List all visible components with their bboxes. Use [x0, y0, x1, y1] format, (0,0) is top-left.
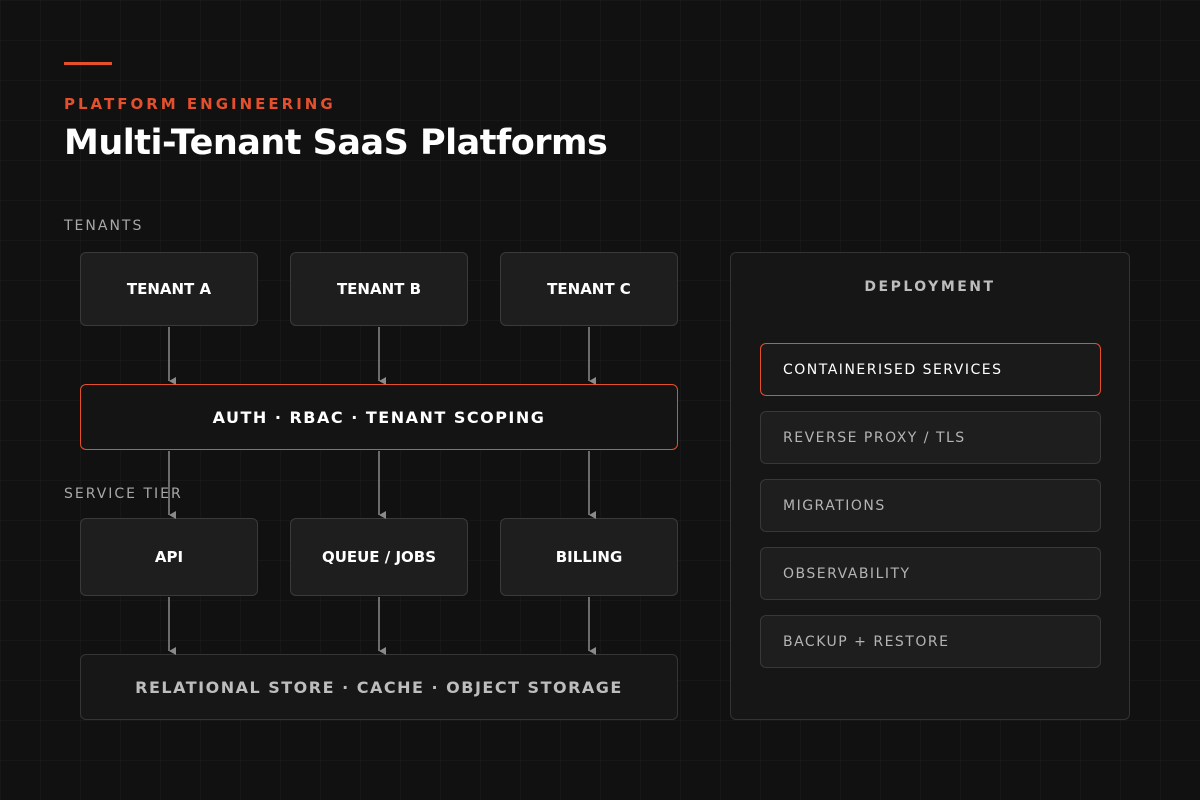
deploy-item-migrations: MIGRATIONS [760, 479, 1101, 532]
api-service-box: API [80, 518, 258, 596]
service-tier-section-label: SERVICE TIER [64, 486, 183, 502]
page-title: Multi-Tenant SaaS Platforms [64, 123, 608, 163]
deployment-panel: DEPLOYMENT CONTAINERISED SERVICES REVERS… [730, 252, 1130, 720]
tenant-b-box: TENANT B [290, 252, 468, 326]
storage-layer-bar: RELATIONAL STORE · CACHE · OBJECT STORAG… [80, 654, 678, 720]
deploy-item-backup-restore: BACKUP + RESTORE [760, 615, 1101, 668]
billing-service-box: BILLING [500, 518, 678, 596]
eyebrow-label: PLATFORM ENGINEERING [64, 95, 336, 113]
deploy-item-containerised-services: CONTAINERISED SERVICES [760, 343, 1101, 396]
tenant-c-box: TENANT C [500, 252, 678, 326]
deployment-title: DEPLOYMENT [864, 279, 996, 295]
queue-jobs-service-box: QUEUE / JOBS [290, 518, 468, 596]
tenant-a-box: TENANT A [80, 252, 258, 326]
deploy-item-reverse-proxy-tls: REVERSE PROXY / TLS [760, 411, 1101, 464]
deploy-item-observability: OBSERVABILITY [760, 547, 1101, 600]
auth-layer-bar: AUTH · RBAC · TENANT SCOPING [80, 384, 678, 450]
tenants-section-label: TENANTS [64, 218, 144, 234]
accent-bar [64, 62, 112, 65]
